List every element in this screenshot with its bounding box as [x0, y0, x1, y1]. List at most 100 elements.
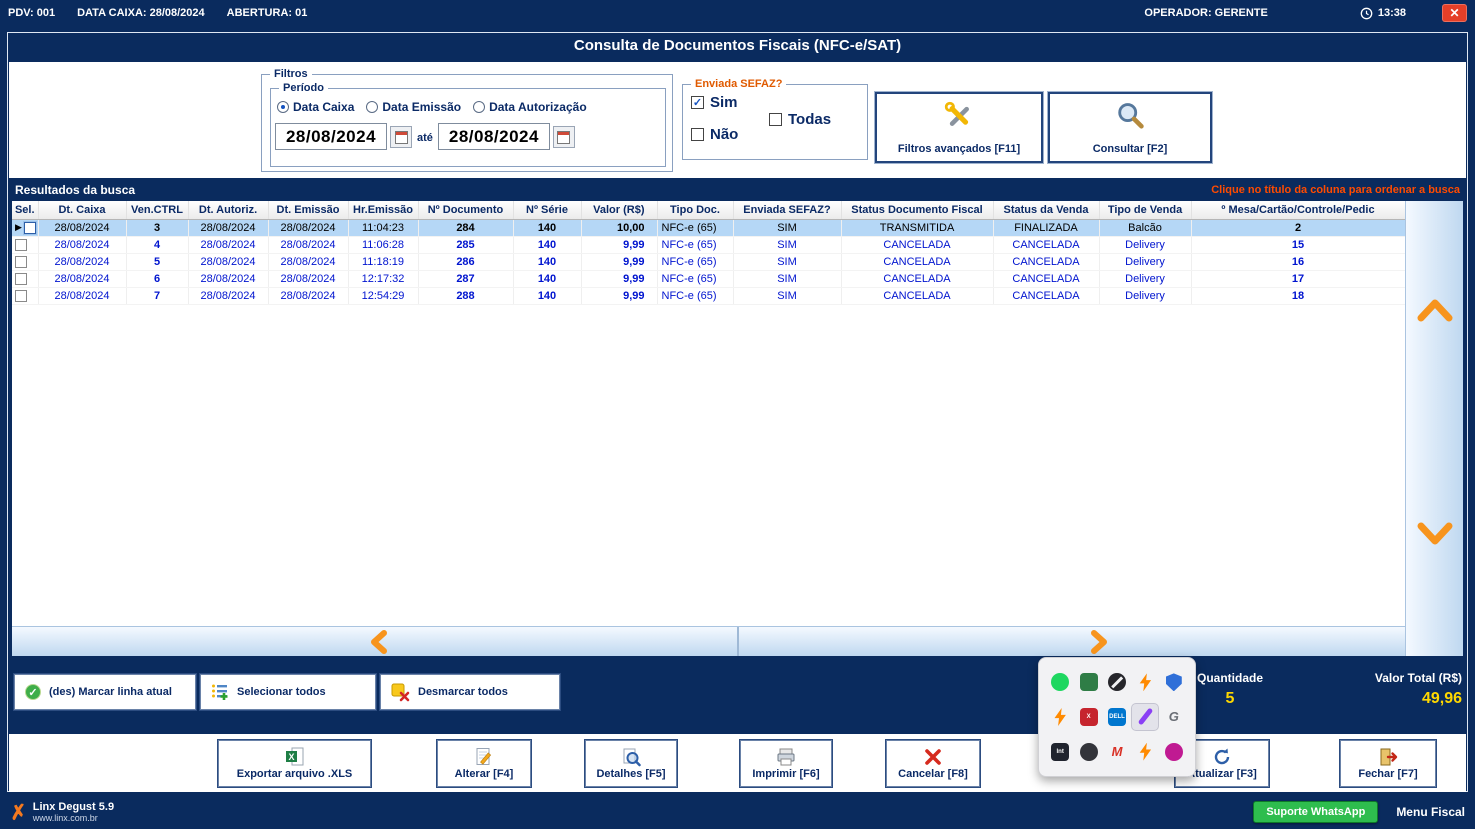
- cell: 288: [418, 287, 513, 304]
- radio-data-emissao[interactable]: Data Emissão: [366, 100, 461, 114]
- cell: 28/08/2024: [38, 236, 126, 253]
- table-row[interactable]: 28/08/2024728/08/202428/08/202412:54:292…: [12, 287, 1405, 304]
- cell: 28/08/2024: [268, 287, 348, 304]
- spotify-icon[interactable]: [1047, 669, 1073, 695]
- magenta-icon[interactable]: [1161, 739, 1187, 765]
- edit-button[interactable]: Alterar [F4]: [437, 740, 531, 787]
- radio-data-autorizacao-label: Data Autorização: [489, 100, 587, 114]
- int-icon[interactable]: Int: [1047, 739, 1073, 765]
- select-all-icon: [211, 683, 229, 701]
- details-icon: [621, 747, 641, 767]
- dell-icon[interactable]: DELL: [1104, 704, 1130, 730]
- edit-icon: [474, 747, 494, 767]
- abertura-label: ABERTURA: 01: [227, 7, 308, 19]
- table-row[interactable]: 28/08/2024528/08/202428/08/202411:18:192…: [12, 253, 1405, 270]
- cell: SIM: [733, 287, 841, 304]
- horizontal-scrollbar[interactable]: [12, 626, 1405, 656]
- print-button[interactable]: Imprimir [F6]: [740, 740, 832, 787]
- column-header-8[interactable]: Valor (R$): [581, 201, 657, 219]
- periodo-group: Período Data Caixa Data Emissão Data Aut…: [270, 88, 666, 167]
- row-select-checkbox[interactable]: [15, 256, 27, 268]
- radio-data-autorizacao[interactable]: Data Autorização: [473, 100, 587, 114]
- checkbox-todas[interactable]: Todas: [769, 111, 831, 128]
- row-select-checkbox[interactable]: [15, 273, 27, 285]
- website-label: www.linx.com.br: [33, 813, 114, 823]
- date-from-input[interactable]: 28/08/2024: [275, 123, 387, 150]
- column-header-10[interactable]: Enviada SEFAZ?: [733, 201, 841, 219]
- checkbox-sim[interactable]: ✓ Sim: [691, 94, 738, 111]
- scrollbar-divider: [737, 627, 739, 656]
- scroll-up-button[interactable]: [1415, 297, 1455, 323]
- cell: 28/08/2024: [188, 219, 268, 236]
- column-header-11[interactable]: Status Documento Fiscal: [841, 201, 993, 219]
- date-to-input[interactable]: 28/08/2024: [438, 123, 550, 150]
- scroll-right-button[interactable]: [1086, 629, 1112, 655]
- clock-block: 13:38: [1360, 7, 1406, 20]
- column-header-7[interactable]: Nº Série: [513, 201, 581, 219]
- cell: 28/08/2024: [38, 287, 126, 304]
- column-header-4[interactable]: Dt. Emissão: [268, 201, 348, 219]
- bolt-c-icon[interactable]: [1132, 739, 1158, 765]
- cell: 28/08/2024: [38, 253, 126, 270]
- checkbox-nao[interactable]: Não: [691, 126, 738, 143]
- checkbox-box: [769, 113, 782, 126]
- cell: FINALIZADA: [993, 219, 1099, 236]
- column-header-3[interactable]: Dt. Autoriz.: [188, 201, 268, 219]
- menu-fiscal-button[interactable]: Menu Fiscal: [1396, 805, 1465, 819]
- cancel-x-icon: [923, 747, 943, 767]
- system-tray-popup: XDELL G Int M: [1038, 657, 1196, 777]
- table-row[interactable]: ▶28/08/2024328/08/202428/08/202411:04:23…: [12, 219, 1405, 236]
- data-caixa-label: DATA CAIXA: 28/08/2024: [77, 7, 205, 19]
- whatsapp-support-button[interactable]: Suporte WhatsApp: [1253, 801, 1378, 823]
- int-glyph: Int: [1051, 743, 1069, 761]
- select-all-button[interactable]: Selecionar todos: [200, 674, 376, 710]
- calendar-to-button[interactable]: [553, 126, 575, 148]
- column-header-1[interactable]: Dt. Caixa: [38, 201, 126, 219]
- shield-icon[interactable]: [1161, 669, 1187, 695]
- calendar-icon: [557, 131, 570, 144]
- linx-logo-icon: ✗: [9, 799, 28, 826]
- radio-data-caixa[interactable]: Data Caixa: [277, 100, 354, 114]
- advanced-filters-button[interactable]: Filtros avançados [F11]: [875, 92, 1043, 163]
- table-row[interactable]: 28/08/2024628/08/202428/08/202412:17:322…: [12, 270, 1405, 287]
- column-header-13[interactable]: Tipo de Venda: [1099, 201, 1191, 219]
- scroll-left-button[interactable]: [366, 629, 392, 655]
- column-header-14[interactable]: º Mesa/Cartão/Controle/Pedic: [1191, 201, 1405, 219]
- close-button[interactable]: ✕: [1442, 4, 1467, 22]
- vertical-scrollbar[interactable]: [1405, 201, 1463, 656]
- m-icon[interactable]: M: [1104, 739, 1130, 765]
- red-app-icon[interactable]: X: [1076, 704, 1102, 730]
- bolt-a-icon[interactable]: [1132, 669, 1158, 695]
- column-header-9[interactable]: Tipo Doc.: [657, 201, 733, 219]
- cancel-button[interactable]: Cancelar [F8]: [886, 740, 980, 787]
- calendar-from-button[interactable]: [390, 126, 412, 148]
- green-app-icon[interactable]: [1076, 669, 1102, 695]
- g-icon[interactable]: G: [1161, 704, 1187, 730]
- row-select-checkbox[interactable]: [24, 222, 36, 234]
- column-header-12[interactable]: Status da Venda: [993, 201, 1099, 219]
- table-row[interactable]: 28/08/2024428/08/202428/08/202411:06:282…: [12, 236, 1405, 253]
- column-header-2[interactable]: Ven.CTRL: [126, 201, 188, 219]
- column-header-6[interactable]: Nº Documento: [418, 201, 513, 219]
- sphere-icon[interactable]: [1076, 739, 1102, 765]
- top-status-bar: PDV: 001 DATA CAIXA: 28/08/2024 ABERTURA…: [0, 0, 1475, 26]
- row-select-checkbox[interactable]: [15, 239, 27, 251]
- deselect-all-button[interactable]: Desmarcar todos: [380, 674, 560, 710]
- bolt-b-icon[interactable]: [1047, 704, 1073, 730]
- scroll-down-button[interactable]: [1415, 521, 1455, 547]
- toggle-current-row-button[interactable]: ✓ (des) Marcar linha atual: [14, 674, 196, 710]
- blocked-icon[interactable]: [1104, 669, 1130, 695]
- column-header-0[interactable]: Sel.: [12, 201, 38, 219]
- results-table: Sel.Dt. CaixaVen.CTRLDt. Autoriz.Dt. Emi…: [12, 201, 1406, 305]
- cell: 10,00: [581, 219, 657, 236]
- export-xls-button[interactable]: X Exportar arquivo .XLS: [218, 740, 371, 787]
- row-select-checkbox[interactable]: [15, 290, 27, 302]
- details-button[interactable]: Detalhes [F5]: [585, 740, 677, 787]
- cell: Balcão: [1099, 219, 1191, 236]
- column-header-5[interactable]: Hr.Emissão: [348, 201, 418, 219]
- consult-button[interactable]: Consultar [F2]: [1048, 92, 1212, 163]
- pen-icon[interactable]: [1132, 704, 1158, 730]
- cell: 9,99: [581, 253, 657, 270]
- close-window-button[interactable]: Fechar [F7]: [1340, 740, 1436, 787]
- svg-text:X: X: [288, 752, 294, 762]
